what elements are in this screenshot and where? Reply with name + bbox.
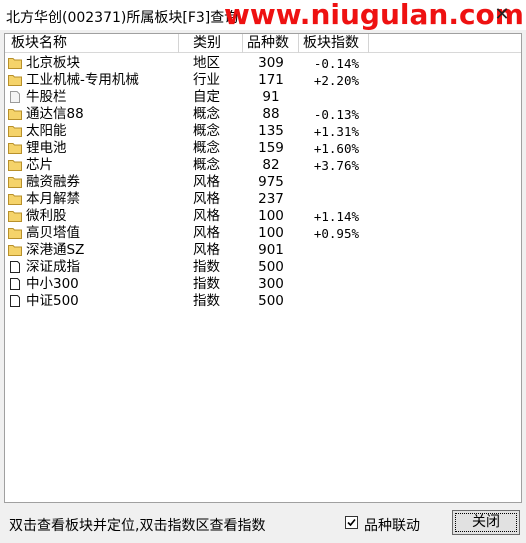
table-row[interactable]: 锂电池 概念 159 +1.60% [5,140,521,157]
folder-icon [8,176,22,188]
table-row[interactable]: 工业机械-专用机械 行业 171 +2.20% [5,72,521,89]
row-name: 深证成指 [26,259,80,275]
column-header-type[interactable]: 类别 [179,34,243,53]
table-row[interactable]: 中小300 指数 300 [5,276,521,293]
row-index: -0.13% [313,107,359,122]
row-name: 锂电池 [26,140,67,156]
folder-icon [8,142,22,154]
row-type: 行业 [193,72,220,88]
row-type: 概念 [193,140,220,156]
page-icon [8,261,22,273]
table-row[interactable]: 高贝塔值 风格 100 +0.95% [5,225,521,242]
watermark: www.niugulan.com [224,0,524,31]
folder-icon [8,57,22,69]
row-count: 88 [262,106,280,122]
list-header: 板块名称 类别 品种数 板块指数 [5,34,521,53]
row-name: 融资融券 [26,174,80,190]
row-type: 自定 [193,89,220,105]
table-row[interactable]: 本月解禁 风格 237 [5,191,521,208]
row-name: 通达信88 [26,106,84,122]
row-type: 概念 [193,106,220,122]
row-index: +1.60% [313,141,359,156]
hint-text: 双击查看板块并定位,双击指数区查看指数 [9,518,266,534]
table-row[interactable]: 深证成指 指数 500 [5,259,521,276]
row-name: 芯片 [26,157,53,173]
checkmark-icon [347,518,356,527]
row-name: 本月解禁 [26,191,80,207]
folder-icon [8,227,22,239]
table-row[interactable]: 微利股 风格 100 +1.14% [5,208,521,225]
row-count: 159 [258,140,284,156]
row-index: +2.20% [313,73,359,88]
row-count: 100 [258,208,284,224]
folder-icon [8,159,22,171]
row-count: 300 [258,276,284,292]
row-name: 太阳能 [26,123,67,139]
column-header-name[interactable]: 板块名称 [5,34,179,53]
row-type: 风格 [193,242,220,258]
row-type: 风格 [193,208,220,224]
row-index: -0.14% [313,56,359,71]
row-type: 概念 [193,157,220,173]
row-count: 82 [262,157,280,173]
table-row[interactable]: 芯片 概念 82 +3.76% [5,157,521,174]
row-name: 微利股 [26,208,67,224]
column-header-index[interactable]: 板块指数 [299,34,369,53]
list-rows: 北京板块 地区 309 -0.14% 工业机械-专用机械 行业 171 +2.20% 牛股栏 自定… [5,55,521,310]
linkage-checkbox[interactable] [345,516,358,529]
table-row[interactable]: 通达信88 概念 88 -0.13% [5,106,521,123]
linkage-checkbox-label[interactable]: 品种联动 [364,515,420,535]
row-name: 工业机械-专用机械 [26,72,139,88]
folder-icon [8,244,22,256]
row-type: 指数 [193,293,220,309]
page-icon [8,295,22,307]
row-type: 地区 [193,55,220,71]
row-type: 风格 [193,225,220,241]
row-count: 975 [258,174,284,190]
document-icon [8,91,22,103]
row-count: 171 [258,72,284,88]
row-count: 500 [258,259,284,275]
row-index: +3.76% [313,158,359,173]
row-type: 风格 [193,174,220,190]
row-count: 100 [258,225,284,241]
row-count: 135 [258,123,284,139]
row-type: 指数 [193,276,220,292]
row-count: 237 [258,191,284,207]
row-count: 91 [262,89,280,105]
table-row[interactable]: 深港通SZ 风格 901 [5,242,521,259]
row-name: 北京板块 [26,55,80,71]
row-index: +0.95% [313,226,359,241]
folder-icon [8,193,22,205]
folder-icon [8,210,22,222]
table-row[interactable]: 北京板块 地区 309 -0.14% [5,55,521,72]
row-name: 中小300 [26,276,79,292]
table-row[interactable]: 牛股栏 自定 91 [5,89,521,106]
row-name: 牛股栏 [26,89,67,105]
title-bar: 北方华创(002371)所属板块[F3]查询 www.niugulan.com … [0,0,526,31]
table-row[interactable]: 中证500 指数 500 [5,293,521,310]
folder-icon [8,74,22,86]
row-count: 500 [258,293,284,309]
row-count: 309 [258,55,284,71]
table-row[interactable]: 太阳能 概念 135 +1.31% [5,123,521,140]
row-name: 深港通SZ [26,242,85,258]
row-count: 901 [258,242,284,258]
close-button[interactable]: 关闭 [452,510,520,535]
row-type: 概念 [193,123,220,139]
close-icon[interactable]: ✕ [490,3,514,27]
folder-icon [8,108,22,120]
row-type: 风格 [193,191,220,207]
row-type: 指数 [193,259,220,275]
window-title: 北方华创(002371)所属板块[F3]查询 [6,10,239,26]
row-index: +1.14% [313,209,359,224]
folder-icon [8,125,22,137]
row-name: 中证500 [26,293,79,309]
sector-list[interactable]: 板块名称 类别 品种数 板块指数 北京板块 地区 309 -0.14% 工业机械-专用机… [4,33,522,503]
page-icon [8,278,22,290]
row-name: 高贝塔值 [26,225,80,241]
row-index: +1.31% [313,124,359,139]
column-header-count[interactable]: 品种数 [243,34,299,53]
table-row[interactable]: 融资融券 风格 975 [5,174,521,191]
